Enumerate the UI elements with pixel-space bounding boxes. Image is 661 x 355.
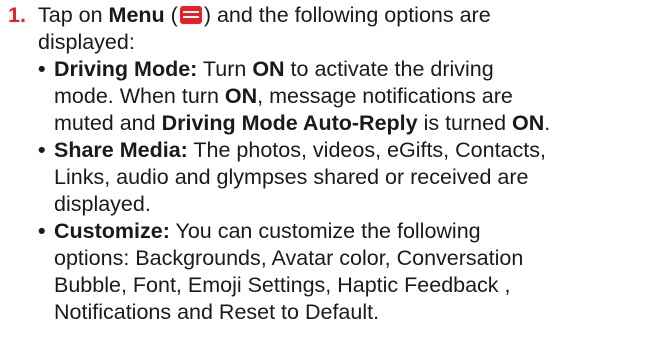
option-title: Driving Mode: xyxy=(54,57,198,81)
option-text: The photos, videos, eGifts, Contacts, xyxy=(187,138,546,162)
option-text: to activate the driving xyxy=(284,57,494,81)
option-line: mode. When turn ON, message notification… xyxy=(54,83,658,110)
option-text: You can customize the following xyxy=(169,219,481,243)
option-item: • Driving Mode: Turn ON to activate the d… xyxy=(8,56,658,137)
option-line: options: Backgrounds, Avatar color, Conv… xyxy=(54,245,658,272)
option-emphasis: ON xyxy=(224,84,258,108)
menu-label: Menu xyxy=(108,3,165,27)
option-text: Notifications and Reset to Default. xyxy=(54,300,380,324)
option-line: displayed. xyxy=(54,191,658,218)
bullet-dot: • xyxy=(38,138,46,162)
option-item: • Customize: You can customize the follow… xyxy=(8,218,658,326)
option-text: . xyxy=(544,111,551,135)
option-text: displayed. xyxy=(54,192,151,216)
step-text-pre: Tap on xyxy=(38,3,109,27)
option-text: is turned xyxy=(417,111,513,135)
option-line: Bubble, Font, Emoji Settings, Haptic Fee… xyxy=(54,272,658,299)
step-1: 1. Tap on Menu ( ) and the following opti… xyxy=(8,2,658,326)
option-title: Share Media: xyxy=(54,138,188,162)
option-line: muted and Driving Mode Auto-Reply is tur… xyxy=(54,110,658,137)
instruction-document: 1. Tap on Menu ( ) and the following opti… xyxy=(0,0,661,355)
paren-open: ( xyxy=(164,3,178,27)
bullet-dot: • xyxy=(38,219,46,243)
option-emphasis: Driving Mode Auto-Reply xyxy=(161,111,418,135)
option-line: Share Media: The photos, videos, eGifts,… xyxy=(54,137,658,164)
option-item: • Share Media: The photos, videos, eGifts… xyxy=(8,137,658,218)
option-emphasis: ON xyxy=(252,57,285,81)
option-text: Turn xyxy=(197,57,253,81)
step-number: 1. xyxy=(8,3,26,27)
option-line: Customize: You can customize the followi… xyxy=(54,218,658,245)
option-text: mode. When turn xyxy=(54,84,225,108)
bullet-dot: • xyxy=(38,57,46,81)
option-text: muted and xyxy=(54,111,162,135)
options-list: • Driving Mode: Turn ON to activate the d… xyxy=(8,56,658,326)
option-line: Driving Mode: Turn ON to activate the dr… xyxy=(54,56,658,83)
step-1-line-2: displayed: xyxy=(8,29,658,56)
step-text-displayed: displayed: xyxy=(38,30,135,54)
option-line: Links, audio and glympses shared or rece… xyxy=(54,164,658,191)
option-text: options: Backgrounds, Avatar color, Conv… xyxy=(54,246,524,270)
hamburger-menu-icon xyxy=(179,6,202,24)
option-line: Notifications and Reset to Default. xyxy=(54,299,658,326)
option-title: Customize: xyxy=(54,219,170,243)
step-1-line-1: 1. Tap on Menu ( ) and the following opti… xyxy=(8,2,658,29)
option-text: Bubble, Font, Emoji Settings, Haptic Fee… xyxy=(54,273,511,297)
option-emphasis: ON xyxy=(512,111,545,135)
step-text-post: ) and the following options are xyxy=(203,3,491,27)
option-text: Links, audio and glympses shared or rece… xyxy=(54,165,529,189)
option-text: , message notifications are xyxy=(257,84,513,108)
